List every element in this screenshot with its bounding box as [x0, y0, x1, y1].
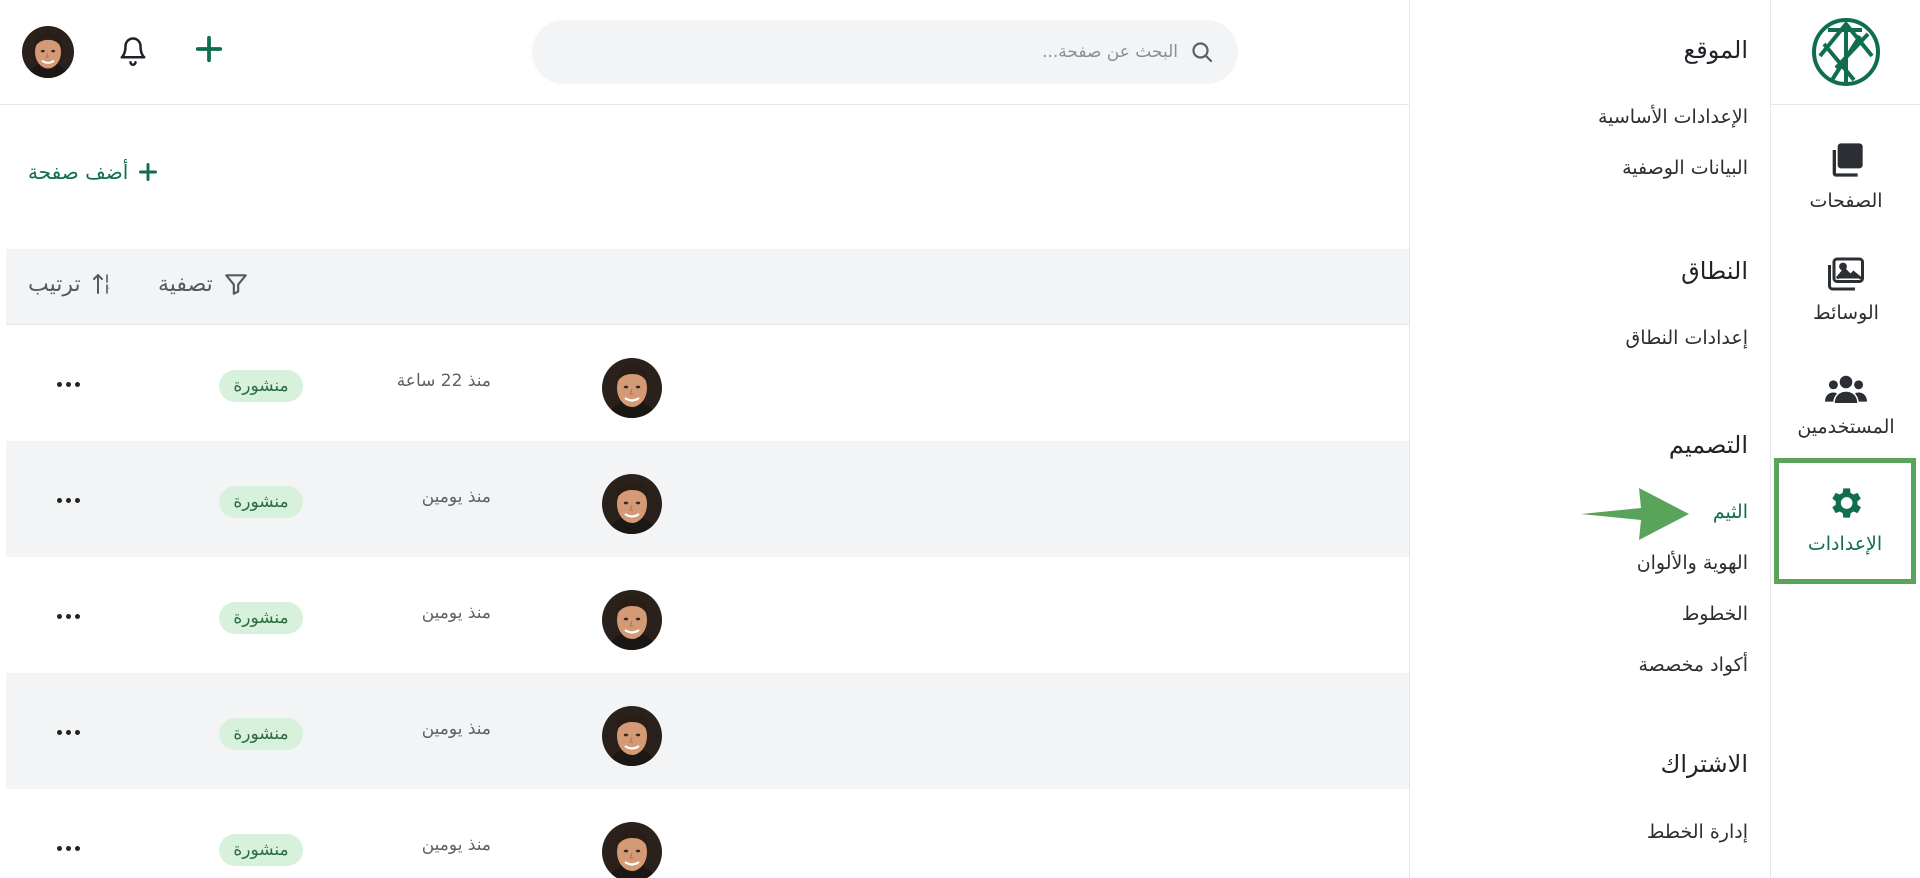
nav-settings[interactable]: الإعدادات [1774, 458, 1916, 584]
table-row[interactable]: منذ يومين منشورة [6, 673, 1409, 789]
users-icon [1825, 375, 1867, 403]
filter-label: تصفية [158, 271, 213, 297]
section-title-design: التصميم [1668, 431, 1748, 459]
status-badge: منشورة [219, 834, 303, 866]
settings-link-custom-code[interactable]: أكواد مخصصة [1638, 654, 1748, 676]
table-row[interactable]: منذ يومين منشورة [6, 441, 1409, 557]
status-badge: منشورة [219, 486, 303, 518]
author-avatar [602, 822, 662, 878]
author-avatar [602, 706, 662, 766]
nav-pages-label: الصفحات [1809, 190, 1883, 212]
settings-link-fonts[interactable]: الخطوط [1682, 603, 1748, 625]
filter-icon [224, 274, 247, 295]
settings-link-domain[interactable]: إعدادات النطاق [1626, 327, 1748, 349]
filter-button[interactable]: تصفية [158, 271, 249, 297]
logo-icon [1811, 18, 1880, 86]
pointer-arrow-icon [1581, 488, 1689, 540]
media-icon [1828, 257, 1864, 291]
status-badge: منشورة [219, 602, 303, 634]
more-options-icon[interactable] [50, 485, 86, 515]
sort-icon [92, 273, 109, 294]
top-header [0, 0, 1409, 105]
section-title-subscription: الاشتراك [1660, 750, 1748, 778]
add-page-button[interactable]: أضف صفحة [28, 160, 158, 184]
updated-time: منذ 22 ساعة [396, 371, 491, 391]
more-options-icon[interactable] [50, 601, 86, 631]
plus-icon [139, 163, 158, 181]
section-title-domain: النطاق [1681, 257, 1748, 285]
gear-icon [1832, 488, 1861, 518]
author-avatar [602, 474, 662, 534]
author-avatar [602, 358, 662, 418]
search-input[interactable] [578, 42, 1178, 62]
settings-sidebar: الموقع الإعدادات الأساسية البيانات الوصف… [1409, 0, 1770, 878]
settings-link-branding[interactable]: الهوية والألوان [1637, 552, 1748, 574]
updated-time: منذ يومين [421, 487, 491, 507]
status-badge: منشورة [219, 370, 303, 402]
sort-label: ترتيب [28, 271, 81, 297]
user-avatar[interactable] [22, 26, 74, 78]
list-toolbar: تصفية ترتيب [6, 249, 1409, 325]
nav-users-label: المستخدمين [1797, 416, 1895, 438]
settings-link-basic[interactable]: الإعدادات الأساسية [1598, 106, 1748, 128]
updated-time: منذ يومين [421, 835, 491, 855]
nav-users[interactable]: المستخدمين [1771, 372, 1920, 438]
search-bar[interactable] [532, 20, 1238, 84]
updated-time: منذ يومين [421, 603, 491, 623]
sort-button[interactable]: ترتيب [28, 271, 115, 297]
nav-pages[interactable]: الصفحات [1771, 140, 1920, 212]
updated-time: منذ يومين [421, 719, 491, 739]
search-icon [1192, 42, 1213, 63]
author-avatar [602, 590, 662, 650]
more-options-icon[interactable] [50, 717, 86, 747]
create-plus-icon[interactable] [194, 34, 224, 68]
nav-settings-label: الإعدادات [1807, 533, 1883, 555]
settings-link-metadata[interactable]: البيانات الوصفية [1622, 157, 1748, 179]
nav-media-label: الوسائط [1813, 302, 1879, 324]
add-page-label: أضف صفحة [28, 160, 129, 184]
table-row[interactable]: منذ 22 ساعة منشورة [6, 325, 1409, 441]
table-row[interactable]: منذ يومين منشورة [6, 789, 1409, 878]
main-nav-rail: الصفحات الوسائط المستخدمين الإعدادات [1770, 0, 1920, 878]
section-title-site: الموقع [1683, 36, 1749, 64]
logo[interactable] [1771, 0, 1920, 105]
settings-link-plans[interactable]: إدارة الخطط [1647, 821, 1748, 843]
table-row[interactable]: منذ يومين منشورة [6, 557, 1409, 673]
bell-icon[interactable] [118, 34, 148, 72]
settings-link-theme[interactable]: الثيم [1713, 501, 1748, 523]
more-options-icon[interactable] [50, 369, 86, 399]
more-options-icon[interactable] [50, 833, 86, 863]
nav-media[interactable]: الوسائط [1771, 256, 1920, 324]
status-badge: منشورة [219, 718, 303, 750]
pages-icon [1832, 143, 1863, 177]
